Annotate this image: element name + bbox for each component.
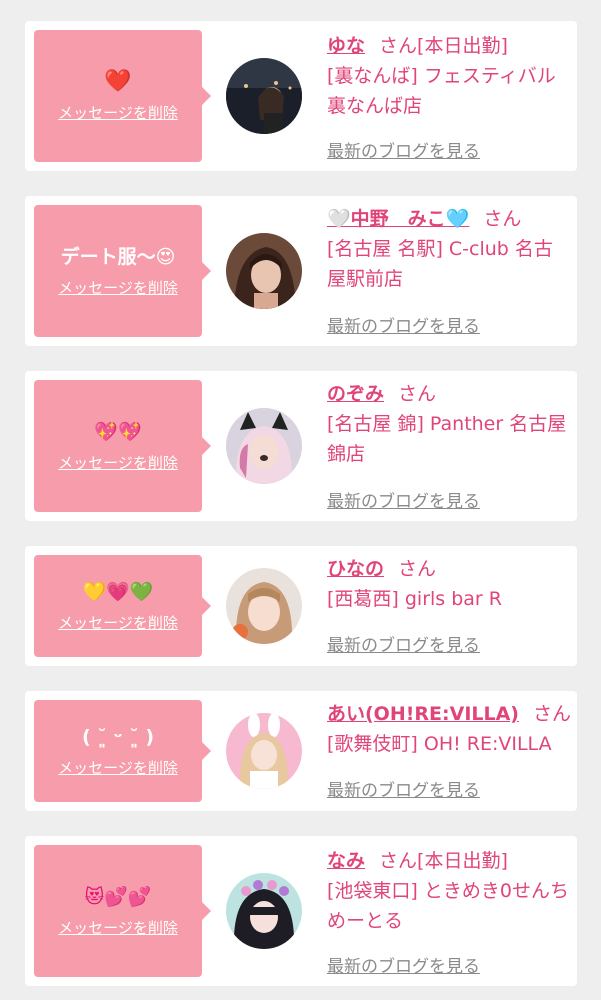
avatar-photo bbox=[226, 873, 302, 949]
honorific: さん bbox=[483, 208, 522, 230]
shop-name: [歌舞伎町] OH! RE:VILLA bbox=[327, 733, 552, 755]
shop-name: [名古屋 名駅] C-club 名古屋駅前店 bbox=[327, 238, 553, 290]
cast-name-link[interactable]: あい(OH!RE:VILLA) bbox=[327, 703, 519, 725]
delete-message-link[interactable]: メッセージを削除 bbox=[58, 277, 178, 298]
delete-message-link[interactable]: メッセージを削除 bbox=[58, 102, 178, 123]
message-card: ( ˘͈ ᵕ ˘͈ ) メッセージを削除 あい(OH!RE:VILLA) さん [… bbox=[25, 691, 577, 811]
cast-info: ひなの さん [西葛西] girls bar R bbox=[327, 554, 571, 614]
honorific: さん bbox=[398, 383, 437, 405]
shop-name: [西葛西] girls bar R bbox=[327, 588, 502, 610]
latest-blog-link[interactable]: 最新のブログを見る bbox=[327, 312, 480, 337]
latest-blog-link[interactable]: 最新のブログを見る bbox=[327, 137, 480, 162]
message-card: 😻💕💕 メッセージを削除 なみ さん[本日出勤] [池袋東口] ときめき0せんちめ… bbox=[25, 836, 577, 986]
on-duty-badge: [本日出勤] bbox=[417, 35, 508, 57]
name-line: ひなの さん bbox=[327, 554, 571, 584]
avatar-photo bbox=[226, 713, 302, 789]
cast-name-link[interactable]: のぞみ bbox=[327, 383, 384, 405]
message-bubble: デート服〜😍 メッセージを削除 bbox=[34, 205, 211, 337]
message-text: ( ˘͈ ᵕ ˘͈ ) bbox=[81, 725, 155, 748]
latest-blog-link[interactable]: 最新のブログを見る bbox=[327, 952, 480, 977]
delete-message-link[interactable]: メッセージを削除 bbox=[58, 612, 178, 633]
cast-name-link[interactable]: なみ bbox=[327, 850, 365, 872]
cast-info: 🤍中野 みこ🩵 さん [名古屋 名駅] C-club 名古屋駅前店 bbox=[327, 204, 571, 294]
delete-message-link[interactable]: メッセージを削除 bbox=[58, 757, 178, 778]
name-line: なみ さん[本日出勤] bbox=[327, 846, 571, 876]
message-list: ❤️ メッセージを削除 ゆな さん[本日出勤] [裏なんば] フェスティバル裏なん… bbox=[0, 0, 601, 1000]
cast-info: のぞみ さん [名古屋 錦] Panther 名古屋錦店 bbox=[327, 379, 571, 469]
message-bubble: ( ˘͈ ᵕ ˘͈ ) メッセージを削除 bbox=[34, 700, 211, 802]
cast-info: なみ さん[本日出勤] [池袋東口] ときめき0せんちめーとる bbox=[327, 846, 571, 936]
message-text: 💛💗💚 bbox=[82, 580, 154, 603]
avatar[interactable] bbox=[226, 233, 302, 309]
shop-name: [池袋東口] ときめき0せんちめーとる bbox=[327, 880, 569, 932]
message-text: 💖💖 bbox=[94, 420, 142, 443]
cast-name-link[interactable]: 🤍中野 みこ🩵 bbox=[327, 208, 469, 230]
message-bubble: ❤️ メッセージを削除 bbox=[34, 30, 211, 162]
delete-message-link[interactable]: メッセージを削除 bbox=[58, 452, 178, 473]
latest-blog-link[interactable]: 最新のブログを見る bbox=[327, 631, 480, 656]
message-text: 😻💕💕 bbox=[84, 885, 152, 908]
message-bubble: 💖💖 メッセージを削除 bbox=[34, 380, 211, 512]
cast-info: あい(OH!RE:VILLA) さん [歌舞伎町] OH! RE:VILLA bbox=[327, 699, 571, 759]
honorific: さん bbox=[533, 703, 572, 725]
name-line: のぞみ さん bbox=[327, 379, 571, 409]
avatar[interactable] bbox=[226, 58, 302, 134]
cast-name-link[interactable]: ゆな bbox=[327, 35, 365, 57]
message-card: 💛💗💚 メッセージを削除 ひなの さん [西葛西] girls bar R 最新の… bbox=[25, 546, 577, 666]
message-card: ❤️ メッセージを削除 ゆな さん[本日出勤] [裏なんば] フェスティバル裏なん… bbox=[25, 21, 577, 171]
message-bubble: 💛💗💚 メッセージを削除 bbox=[34, 555, 211, 657]
name-line: ゆな さん[本日出勤] bbox=[327, 31, 571, 61]
honorific: さん bbox=[398, 558, 437, 580]
cast-name-link[interactable]: ひなの bbox=[327, 558, 384, 580]
avatar[interactable] bbox=[226, 713, 302, 789]
latest-blog-link[interactable]: 最新のブログを見る bbox=[327, 776, 480, 801]
name-line: あい(OH!RE:VILLA) さん bbox=[327, 699, 571, 729]
avatar-photo bbox=[226, 58, 302, 134]
message-text: ❤️ bbox=[104, 68, 132, 94]
avatar-photo bbox=[226, 568, 302, 644]
avatar[interactable] bbox=[226, 408, 302, 484]
on-duty-badge: [本日出勤] bbox=[417, 850, 508, 872]
avatar[interactable] bbox=[226, 873, 302, 949]
honorific: さん bbox=[379, 850, 418, 872]
message-bubble: 😻💕💕 メッセージを削除 bbox=[34, 845, 211, 977]
cast-info: ゆな さん[本日出勤] [裏なんば] フェスティバル裏なんば店 bbox=[327, 31, 571, 121]
message-card: 💖💖 メッセージを削除 のぞみ さん [名古屋 錦] Panther 名古屋錦店 … bbox=[25, 371, 577, 521]
avatar[interactable] bbox=[226, 568, 302, 644]
shop-name: [裏なんば] フェスティバル裏なんば店 bbox=[327, 65, 556, 117]
honorific: さん bbox=[379, 35, 418, 57]
latest-blog-link[interactable]: 最新のブログを見る bbox=[327, 487, 480, 512]
delete-message-link[interactable]: メッセージを削除 bbox=[58, 917, 178, 938]
avatar-photo bbox=[226, 408, 302, 484]
name-line: 🤍中野 みこ🩵 さん bbox=[327, 204, 571, 234]
shop-name: [名古屋 錦] Panther 名古屋錦店 bbox=[327, 413, 567, 465]
message-text: デート服〜😍 bbox=[60, 245, 176, 268]
message-card: デート服〜😍 メッセージを削除 🤍中野 みこ🩵 さん [名古屋 名駅] C-clu… bbox=[25, 196, 577, 346]
avatar-photo bbox=[226, 233, 302, 309]
